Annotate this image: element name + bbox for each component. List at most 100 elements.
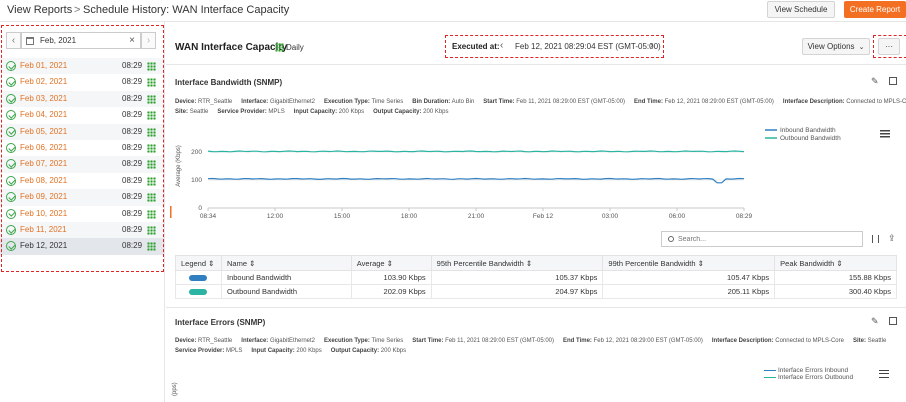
view-schedule-button[interactable]: View Schedule xyxy=(767,1,835,18)
meta-field: Execution Type: Time Series xyxy=(324,99,404,105)
name-cell: Inbound Bandwidth xyxy=(220,270,352,285)
chart-menu-icon-bar xyxy=(880,136,890,138)
p95-cell: 105.37 Kbps xyxy=(430,270,604,285)
section-divider xyxy=(166,64,906,65)
prev-execution-icon[interactable]: ‹ xyxy=(500,40,503,51)
table-search-box[interactable] xyxy=(661,231,863,247)
breadcrumb-separator: > xyxy=(74,4,81,16)
y-tick-label: 200 xyxy=(191,149,202,156)
x-tick-label: 06:00 xyxy=(669,213,686,220)
col-name[interactable]: Name ⇕ xyxy=(220,255,352,271)
col-p99[interactable]: 99th Percentile Bandwidth ⇕ xyxy=(602,255,776,271)
meta-field: Device: RTR_Seattle xyxy=(175,338,233,344)
bandwidth-meta-line-2: Site: Seattle Service Provider: MPLS Input… xyxy=(175,109,458,115)
p99-cell: 205.11 Kbps xyxy=(602,284,776,299)
errors-chart-legend: Interface Errors Inbound Interface Errors… xyxy=(764,367,853,381)
table-search-input[interactable] xyxy=(678,234,858,245)
hamburger-icon[interactable] xyxy=(879,370,889,378)
errors-meta-line-2: Service Provider: MPLS Input Capacity: 20… xyxy=(175,348,415,354)
breadcrumb-view-reports[interactable]: View Reports xyxy=(7,4,72,16)
meta-field: Interface Description: Connected to MPLS… xyxy=(782,99,906,105)
legend-label: Outbound Bandwidth xyxy=(780,135,841,142)
meta-field: Service Provider: MPLS xyxy=(175,348,243,354)
errors-section-title: Interface Errors (SNMP) xyxy=(175,318,266,327)
x-tick-label: Feb 12 xyxy=(533,213,554,220)
errors-legend-item[interactable]: Interface Errors Inbound xyxy=(764,367,853,374)
view-options-button[interactable]: View Options ⌄ xyxy=(802,38,870,55)
chart-menu-icon-bar xyxy=(880,130,890,132)
schedule-grid-icon xyxy=(275,43,284,52)
errors-legend-item[interactable]: Interface Errors Outbound xyxy=(764,374,853,381)
meta-field: Site: Seattle xyxy=(175,109,209,115)
chart-menu-icon-bar xyxy=(880,133,890,135)
col-legend[interactable]: Legend ⇕ xyxy=(175,255,222,271)
executed-at-value: Feb 12, 2021 08:29:04 EST (GMT-05:00) xyxy=(515,42,661,51)
peak-cell: 300.40 Kbps xyxy=(774,284,897,299)
y-tick-label: 0 xyxy=(198,205,202,212)
x-tick-label: 15:00 xyxy=(334,213,351,220)
executed-at-label: Executed at: xyxy=(452,42,500,51)
legend-cell xyxy=(175,284,222,299)
search-icon xyxy=(668,236,674,242)
legend-label: Inbound Bandwidth xyxy=(780,127,836,134)
meta-field: End Time: Feb 12, 2021 08:29:00 EST (GMT… xyxy=(634,99,774,105)
legend-line xyxy=(764,369,776,372)
x-tick-label: 08:34 xyxy=(200,213,217,220)
more-options-button[interactable]: ··· xyxy=(878,38,900,55)
x-tick-label: 03:00 xyxy=(602,213,619,220)
meta-field: Start Time: Feb 11, 2021 08:29:00 EST (G… xyxy=(483,99,626,105)
average-cell: 202.09 Kbps xyxy=(350,284,432,299)
meta-field: End Time: Feb 12, 2021 08:29:00 EST (GMT… xyxy=(563,338,703,344)
legend-line xyxy=(764,376,776,379)
sidebar-highlight-frame xyxy=(1,25,164,272)
legend-swatch xyxy=(189,289,208,296)
x-tick-label: 08:29 xyxy=(736,213,753,220)
pencil-icon[interactable]: ✎ xyxy=(871,316,879,327)
meta-field: Service Provider: MPLS xyxy=(217,109,285,115)
report-frequency: Daily xyxy=(286,43,304,52)
table-header-row: Legend ⇕ Name ⇕ Average ⇕ 95th Percentil… xyxy=(175,255,897,271)
y-axis-label: Average (Kbps) xyxy=(176,145,182,187)
meta-field: Interface: GigabitEthernet2 xyxy=(241,338,315,344)
table-row: Outbound Bandwidth 202.09 Kbps 204.97 Kbps… xyxy=(175,284,897,299)
view-options-label: View Options xyxy=(807,42,855,51)
errors-y-axis-label: (pps) xyxy=(172,382,178,396)
meta-field: Interface: GigabitEthernet2 xyxy=(241,99,315,105)
series-line-inbound xyxy=(207,177,745,184)
col-peak[interactable]: Peak Bandwidth ⇕ xyxy=(774,255,897,271)
meta-field: Output Capacity: 200 Kbps xyxy=(330,348,407,354)
legend-swatch xyxy=(189,275,208,282)
col-average[interactable]: Average ⇕ xyxy=(350,255,432,271)
meta-field: Device: RTR_Seattle xyxy=(175,99,233,105)
legend-cell xyxy=(175,270,222,285)
bandwidth-chart: 0 100 200 08:34 12:00 15:00 18:00 21:00 Feb 12 03… xyxy=(170,127,890,220)
bandwidth-section-title: Interface Bandwidth (SNMP) xyxy=(175,78,283,87)
average-cell: 103.90 Kbps xyxy=(350,270,432,285)
meta-field: Input Capacity: 200 Kbps xyxy=(293,109,365,115)
meta-field: Bin Duration: Auto Bin xyxy=(412,99,475,105)
chevron-down-icon: ⌄ xyxy=(858,43,865,51)
x-tick-label: 18:00 xyxy=(401,213,418,220)
p95-cell: 204.97 Kbps xyxy=(430,284,604,299)
col-p95[interactable]: 95th Percentile Bandwidth ⇕ xyxy=(430,255,604,271)
export-icon[interactable] xyxy=(889,317,897,325)
meta-field: Site: Seattle xyxy=(852,338,887,344)
y-tick-label: 100 xyxy=(191,177,202,184)
columns-icon[interactable] xyxy=(872,235,879,243)
next-execution-icon[interactable]: › xyxy=(650,40,653,51)
meta-field: Output Capacity: 200 Kbps xyxy=(373,109,449,115)
x-tick-label: 12:00 xyxy=(267,213,284,220)
export-icon[interactable] xyxy=(889,77,897,85)
pencil-icon[interactable]: ✎ xyxy=(871,76,879,87)
share-icon[interactable]: ⇪ xyxy=(888,233,896,244)
section-divider-2 xyxy=(166,307,906,308)
create-report-button[interactable]: Create Report xyxy=(844,1,906,18)
report-title: WAN Interface Capacity xyxy=(175,42,288,53)
p99-cell: 105.47 Kbps xyxy=(602,270,776,285)
table-row: Inbound Bandwidth 103.90 Kbps 105.37 Kbps 1… xyxy=(175,270,897,285)
errors-meta-line-1: Device: RTR_Seattle Interface: GigabitEth… xyxy=(175,338,895,344)
page-title: Schedule History: WAN Interface Capacity xyxy=(83,4,290,16)
meta-field: Execution Type: Time Series xyxy=(324,338,404,344)
bandwidth-table: Legend ⇕ Name ⇕ Average ⇕ 95th Percentil… xyxy=(175,255,897,299)
peak-cell: 155.88 Kbps xyxy=(774,270,897,285)
